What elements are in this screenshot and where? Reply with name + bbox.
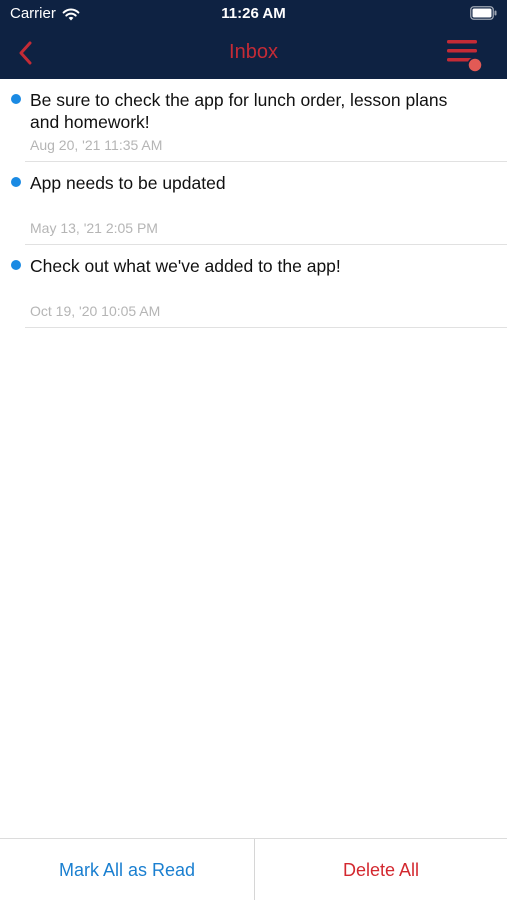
message-text: Check out what we've added to the app! — [30, 256, 341, 276]
unread-indicator — [11, 94, 21, 104]
unread-indicator — [11, 177, 21, 187]
unread-indicator — [11, 260, 21, 270]
message-date: Oct 19, '20 10:05 AM — [30, 303, 161, 319]
inbox-screen: Carrier 11:26 AM Inbox Be sure to check … — [0, 0, 507, 900]
notification-badge — [467, 57, 483, 73]
message-text: Be sure to check the app for lunch order… — [30, 90, 448, 132]
message-item[interactable]: App needs to be updated May 13, '21 2:05… — [0, 162, 507, 245]
message-item[interactable]: Be sure to check the app for lunch order… — [0, 79, 507, 162]
message-list: Be sure to check the app for lunch order… — [0, 79, 507, 328]
message-date: May 13, '21 2:05 PM — [30, 220, 158, 236]
bottom-action-bar: Mark All as Read Delete All — [0, 838, 507, 900]
message-date: Aug 20, '21 11:35 AM — [30, 137, 163, 153]
nav-bar: Inbox — [0, 28, 507, 79]
status-time: 11:26 AM — [221, 5, 286, 22]
menu-button[interactable] — [445, 38, 485, 74]
message-text: App needs to be updated — [30, 173, 226, 193]
message-item[interactable]: Check out what we've added to the app! O… — [0, 245, 507, 328]
hamburger-menu-icon — [447, 40, 483, 73]
delete-all-button[interactable]: Delete All — [255, 839, 507, 900]
page-title: Inbox — [229, 41, 278, 63]
header: Carrier 11:26 AM Inbox — [0, 0, 507, 79]
battery-full-icon — [470, 6, 497, 20]
mark-all-read-button[interactable]: Mark All as Read — [0, 839, 254, 900]
status-bar: Carrier 11:26 AM — [0, 0, 507, 28]
